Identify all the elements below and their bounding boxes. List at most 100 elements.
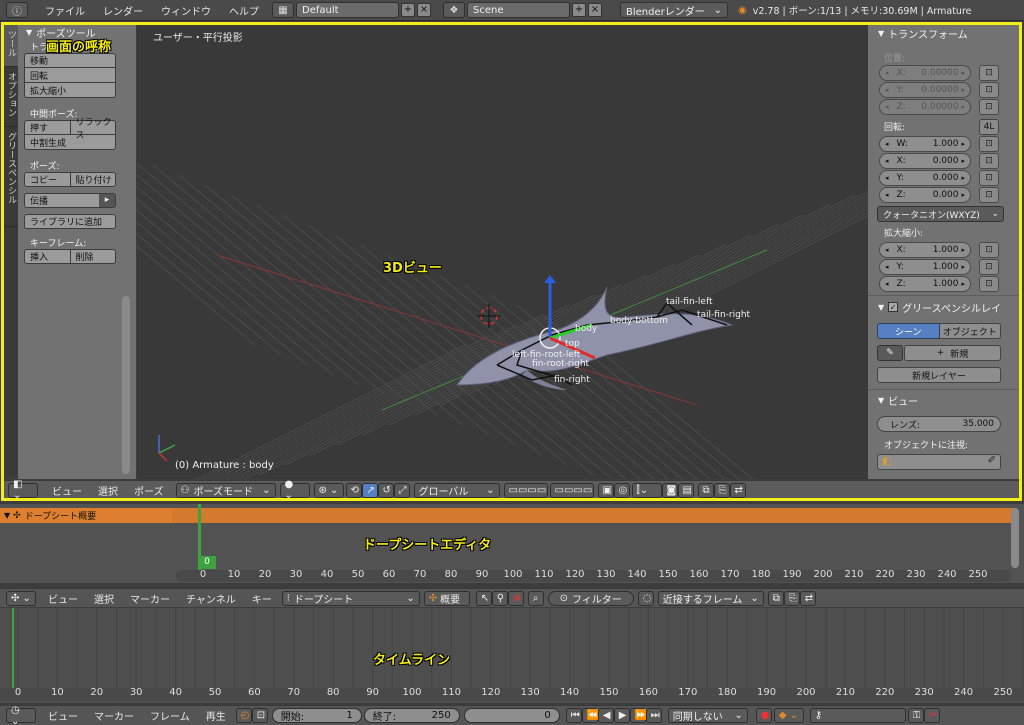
scale-field[interactable]: ◂ X: 1.000 ▸ <box>879 242 971 258</box>
layout-selector-button[interactable]: ▦ <box>272 2 294 18</box>
lens-field[interactable]: レンズ: 35.000 <box>877 416 1001 432</box>
lock-object-field[interactable]: ◧ ✐ <box>877 454 1001 470</box>
insert-keyframe-header-button[interactable]: ⚿ <box>907 708 924 723</box>
paste-pose-header-button[interactable]: ⎘ <box>713 482 730 498</box>
current-frame-field[interactable]: 0 <box>463 708 560 723</box>
location-lock-button[interactable]: ⊡ <box>979 99 999 115</box>
paste-flipped-keys-button[interactable]: ⇄ <box>799 590 816 606</box>
timeline-frame-ruler[interactable]: 0 10 20 30 40 50 60 70 80 90 100 110 120 130 140 150 160… <box>0 687 1024 701</box>
menu-help[interactable]: ヘルプ <box>220 3 268 18</box>
gp-scene-button[interactable]: シーン <box>877 323 940 339</box>
timeline-current-frame-line[interactable] <box>12 608 14 688</box>
dope-menu-marker[interactable]: マーカー <box>122 591 178 606</box>
location-lock-button[interactable]: ⊡ <box>979 65 999 81</box>
move-button[interactable]: 移動 <box>24 53 116 68</box>
tab-grease-pencil[interactable]: グリースペンシル <box>4 127 19 227</box>
tab-tools[interactable]: ツール <box>4 25 19 67</box>
play-reverse-button[interactable]: ◀ <box>597 708 614 723</box>
info-editor-type-button[interactable]: ⓘ <box>6 2 28 18</box>
timeline-editor-type-button[interactable]: ◷ ⌄ <box>6 705 36 725</box>
propagate-button[interactable]: 伝播 ▸ <box>24 193 116 208</box>
dope-summary-channel[interactable]: ▼ ✣ ドープシート概要 <box>0 508 172 523</box>
scale-lock-button[interactable]: ⊡ <box>979 242 999 258</box>
auto-keying-button[interactable]: ● <box>755 708 772 723</box>
add-layout-button[interactable]: + <box>401 3 415 17</box>
filter-options-button[interactable]: ◌ <box>637 590 654 606</box>
rotate-button[interactable]: 回転 <box>24 68 116 83</box>
rotation-field[interactable]: ◂ Z: 0.000 ▸ <box>879 187 971 203</box>
timeline-menu-marker[interactable]: マーカー <box>86 708 142 723</box>
mode-select[interactable]: ⚇ ポーズモード ⌄ <box>175 482 276 498</box>
search-toggle[interactable]: ⌕ <box>527 590 544 606</box>
copy-pose-button[interactable]: コピー <box>24 172 71 187</box>
3d-viewport[interactable]: ユーザー・平行投影 (0) Armature : body tail-fin-l… <box>137 25 868 479</box>
rotate-gizmo-toggle[interactable]: ↺ <box>377 482 394 498</box>
dope-editor-type-button[interactable]: ✣ ⌄ <box>6 590 36 606</box>
grease-pencil-panel-header[interactable]: ▼ ✓ グリースペンシルレイ <box>868 300 1001 315</box>
view-panel-header[interactable]: ▼ ビュー <box>868 393 918 408</box>
gp-data-selector[interactable]: ✎ <box>877 345 903 361</box>
rotation-mode-select[interactable]: クォータニオン(WXYZ) ⌄ <box>877 206 1004 222</box>
show-hidden-toggle[interactable]: ⚲ <box>491 590 508 606</box>
menu-select[interactable]: 選択 <box>90 483 126 498</box>
location-field[interactable]: ◂ Z: 0.00000 ▸ <box>879 99 971 115</box>
eyedropper-icon[interactable]: ✐ <box>988 455 996 466</box>
location-lock-button[interactable]: ⊡ <box>979 82 999 98</box>
preview-range-toggle[interactable]: ◴ <box>235 708 252 723</box>
pivot-select[interactable]: ⊛ ⌄ <box>313 482 344 498</box>
only-errors-toggle[interactable]: ⊗ <box>507 590 524 606</box>
rotation-field[interactable]: ◂ X: 0.000 ▸ <box>879 153 971 169</box>
sync-mode-select[interactable]: 同期しない ⌄ <box>667 708 748 723</box>
keying-set-field[interactable]: ⚷ <box>809 708 906 723</box>
menu-file[interactable]: ファイル <box>36 3 94 18</box>
menu-view[interactable]: ビュー <box>44 483 90 498</box>
scale-field[interactable]: ◂ Z: 1.000 ▸ <box>879 276 971 292</box>
paste-pose-button[interactable]: 貼り付け <box>70 172 116 187</box>
summary-toggle[interactable]: ✣ 概要 <box>423 590 470 606</box>
menu-render[interactable]: レンダー <box>94 3 152 18</box>
layer-buttons-a[interactable]: ▭▭▭▭ <box>503 482 548 498</box>
rotation-lock-button[interactable]: ⊡ <box>979 136 999 152</box>
scene-name-field[interactable]: Scene <box>467 2 570 18</box>
rotation-field[interactable]: ◂ W: 1.000 ▸ <box>879 136 971 152</box>
location-field[interactable]: ◂ X: 0.00000 ▸ <box>879 65 971 81</box>
dope-menu-select[interactable]: 選択 <box>86 591 122 606</box>
only-selected-toggle[interactable]: ↖ <box>475 590 492 606</box>
dope-menu-view[interactable]: ビュー <box>40 591 86 606</box>
timeline-menu-view[interactable]: ビュー <box>40 708 86 723</box>
timeline-editor[interactable]: 0 10 20 30 40 50 60 70 80 90 100 110 120 130 140 150 160… <box>0 608 1024 703</box>
render-engine-select[interactable]: Blenderレンダー ⌄ <box>620 2 728 18</box>
rotation-lock-button[interactable]: ⊡ <box>979 187 999 203</box>
translate-gizmo-toggle[interactable]: ↗ <box>361 482 378 498</box>
dope-scrollbar[interactable] <box>1011 508 1019 568</box>
play-button[interactable]: ▶ <box>613 708 630 723</box>
rotation-lock-button[interactable]: ⊡ <box>979 153 999 169</box>
add-library-button[interactable]: ライブラリに追加 <box>24 214 116 229</box>
lock-range-toggle[interactable]: ⊡ <box>251 708 268 723</box>
snap-element-select[interactable]: ⫿⌄ <box>631 482 662 498</box>
render-animation-button[interactable]: ▤ <box>677 482 694 498</box>
push-button[interactable]: 押す <box>24 120 71 135</box>
scene-selector-button[interactable]: ❖ <box>443 2 465 18</box>
delete-keyframe-header-button[interactable]: ✂ <box>923 708 940 723</box>
layer-buttons-b[interactable]: ▭▭▭▭ <box>549 482 594 498</box>
menu-window[interactable]: ウィンドウ <box>152 3 220 18</box>
rotation-4l-toggle[interactable]: 4L <box>979 119 999 135</box>
dope-menu-channel[interactable]: チャンネル <box>178 591 244 606</box>
relax-button[interactable]: リラックス <box>70 118 116 141</box>
gp-new-layer-button[interactable]: 新規レイヤー <box>877 367 1001 383</box>
remove-layout-button[interactable]: × <box>417 3 431 17</box>
timeline-menu-frame[interactable]: フレーム <box>142 708 198 723</box>
location-field[interactable]: ◂ Y: 0.00000 ▸ <box>879 82 971 98</box>
editor-type-button[interactable]: ◧ ⌄ <box>8 479 38 501</box>
grease-pencil-checkbox[interactable]: ✓ <box>888 302 899 312</box>
orientation-select[interactable]: グローバル ⌄ <box>413 482 500 498</box>
paste-keys-button[interactable]: ⎘ <box>783 590 800 606</box>
end-frame-field[interactable]: 終了: 250 <box>363 708 460 723</box>
tab-options[interactable]: オプション <box>4 67 19 127</box>
scale-lock-button[interactable]: ⊡ <box>979 259 999 275</box>
render-button[interactable]: ◙ <box>661 482 678 498</box>
transform-panel-header[interactable]: ▼ トランスフォーム <box>868 26 1019 41</box>
jump-end-button[interactable]: ⏭ <box>645 708 662 723</box>
dope-frame-ruler[interactable]: 0 10 20 30 40 50 60 70 80 90 100 110 120 130 140 150 160… <box>176 569 1011 582</box>
